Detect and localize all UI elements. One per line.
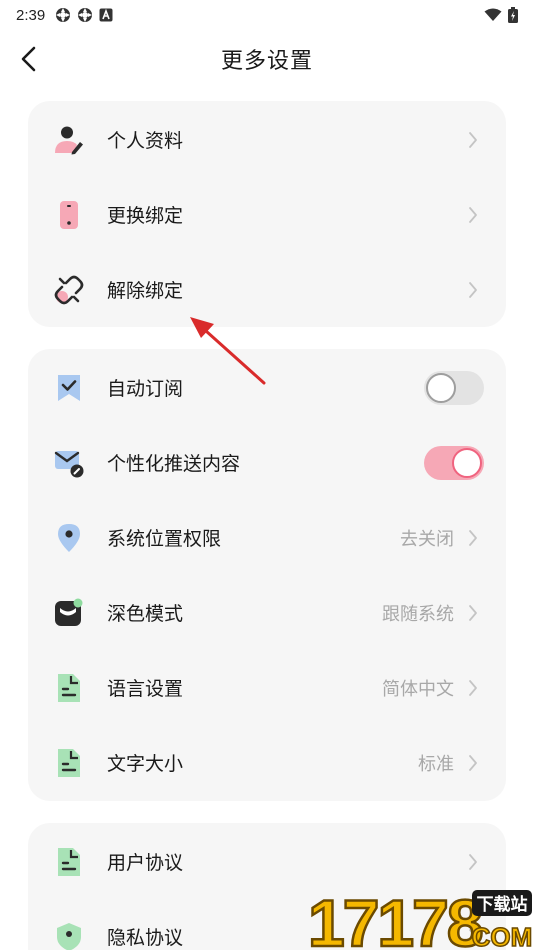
row-label: 解除绑定 [107,280,184,302]
row-value: 简体中文 [382,678,454,700]
chevron-right-icon [466,678,480,698]
preferences-card: 自动订阅 个性化推送内容 系统位置权限 去关闭 深色模式 跟随系统 语言设置 简… [28,349,506,801]
watermark-logo: 17178 下载站 COM [307,885,533,950]
notification-icons [55,7,113,23]
document-icon [54,748,84,778]
push-mail-icon [54,448,84,478]
dark-mode-icon [54,598,84,628]
row-language[interactable]: 语言设置 简体中文 [28,650,506,725]
back-button[interactable] [12,42,46,76]
chevron-right-icon [466,130,480,150]
row-label: 更换绑定 [107,205,184,227]
row-value: 去关闭 [400,528,454,550]
personalized-push-toggle[interactable] [424,445,484,480]
document-icon [54,673,84,703]
location-pin-icon [54,523,84,553]
row-label: 隐私协议 [107,927,184,949]
document-icon [54,847,84,877]
row-unbind[interactable]: 解除绑定 [28,252,506,327]
chevron-left-icon [21,46,36,72]
row-personalized-push[interactable]: 个性化推送内容 [28,425,506,500]
row-change-binding[interactable]: 更换绑定 [28,177,506,252]
bookmark-check-icon [54,373,84,403]
auto-subscribe-toggle[interactable] [424,370,484,405]
row-dark-mode[interactable]: 深色模式 跟随系统 [28,575,506,650]
app-notification-icon [78,8,93,22]
row-label: 个性化推送内容 [107,453,241,475]
status-time: 2:39 [16,6,46,24]
row-auto-subscribe[interactable]: 自动订阅 [28,350,506,425]
row-label: 自动订阅 [107,378,184,400]
watermark-badge: 下载站 [477,894,528,915]
shield-icon [54,922,84,950]
chevron-right-icon [466,753,480,773]
row-label: 个人资料 [107,130,184,152]
header: 更多设置 [0,34,534,84]
system-icons [484,7,518,23]
unlink-icon [54,275,84,305]
row-location-permission[interactable]: 系统位置权限 去关闭 [28,500,506,575]
chevron-right-icon [466,280,480,300]
app-notification-icon [56,8,71,22]
app-a-icon [99,8,113,22]
watermark-digits: 17178 [308,886,482,950]
watermark-domain: COM [472,922,533,950]
row-value: 标准 [418,753,454,775]
phone-icon [54,200,84,230]
page-title: 更多设置 [220,49,313,74]
row-value: 跟随系统 [382,603,454,625]
row-label: 系统位置权限 [107,528,222,550]
toggle-knob [426,372,456,403]
chevron-right-icon [466,528,480,548]
row-profile[interactable]: 个人资料 [28,102,506,177]
row-label: 深色模式 [107,603,184,625]
battery-icon [508,7,518,23]
toggle-knob [452,447,482,478]
row-font-size[interactable]: 文字大小 标准 [28,725,506,800]
status-bar: 2:39 [0,0,534,30]
row-label: 语言设置 [107,678,184,700]
wifi-icon [484,8,502,21]
chevron-right-icon [466,852,480,872]
profile-icon [54,125,84,155]
chevron-right-icon [466,603,480,623]
chevron-right-icon [466,205,480,225]
account-card: 个人资料 更换绑定 解除绑定 [28,101,506,327]
row-label: 文字大小 [107,753,184,775]
row-label: 用户协议 [107,852,184,874]
